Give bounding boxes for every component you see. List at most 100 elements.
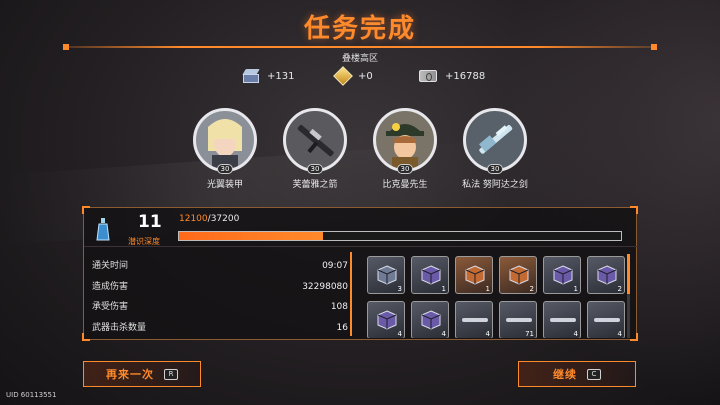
continue-label: 继续 <box>553 368 577 381</box>
character-card[interactable]: 30 比克曼先生 <box>360 108 450 190</box>
level-badge: 30 <box>487 164 503 174</box>
character-card[interactable]: 30 私法 努阿达之剑 <box>450 108 540 190</box>
loot-count: 4 <box>485 330 490 338</box>
cube-item-icon <box>509 265 529 285</box>
cash-icon <box>419 70 437 82</box>
exp-current: 12100 <box>179 214 208 224</box>
cap-character-portrait <box>373 108 437 172</box>
depth-indicator: 11 潜识深度 <box>92 212 172 250</box>
cube-item-icon <box>465 265 485 285</box>
stats-separator <box>350 252 352 336</box>
level-badge: 30 <box>397 164 413 174</box>
area-name: 叠楼高区 <box>341 54 378 64</box>
exp-progress-fill <box>179 232 323 240</box>
exp-max: 37200 <box>210 214 240 224</box>
potion-bottle-icon <box>96 218 110 241</box>
loot-item[interactable]: 71 <box>499 301 537 338</box>
loot-count: 71 <box>525 330 534 338</box>
loot-item[interactable]: 1 <box>411 256 449 294</box>
loot-item[interactable]: 3 <box>367 256 405 294</box>
exp-readout: 12100/37200 <box>179 214 239 224</box>
loot-count: 2 <box>529 285 534 293</box>
stat-row: 承受伤害 108 <box>92 297 348 318</box>
reward-amount: +131 <box>267 70 295 82</box>
cube-item-icon <box>421 310 441 330</box>
cube-item-icon <box>421 265 441 285</box>
stat-value: 16 <box>336 322 348 333</box>
character-name: 芙蕾雅之箭 <box>292 180 338 190</box>
cube-item-icon <box>597 265 617 285</box>
loot-item[interactable]: 2 <box>587 256 625 294</box>
page-title: 任务完成 <box>303 14 416 44</box>
character-name: 比克曼先生 <box>382 180 428 190</box>
results-panel: 11 潜识深度 12100/37200 通关时间 09:07 造成伤害 3229… <box>82 206 638 341</box>
stat-label: 造成伤害 <box>92 281 129 292</box>
weapon-part-icon <box>462 318 488 322</box>
user-id: UID 60113551 <box>6 391 57 399</box>
rifle-weapon-portrait <box>283 108 347 172</box>
character-card[interactable]: 30 光翼装甲 <box>180 108 270 190</box>
depth-value: 11 <box>138 212 162 232</box>
character-name: 光翼装甲 <box>206 180 243 190</box>
loot-count: 2 <box>617 285 622 293</box>
reward-gem: +0 <box>333 66 373 86</box>
stat-row: 通关时间 09:07 <box>92 256 348 277</box>
stat-label: 武器击杀数量 <box>92 322 147 333</box>
loot-scrollbar[interactable] <box>627 254 630 338</box>
weapon-part-icon <box>550 318 576 322</box>
loot-item[interactable]: 4 <box>367 301 405 338</box>
stat-value: 09:07 <box>322 261 348 271</box>
loot-item[interactable]: 1 <box>455 256 493 294</box>
stat-value: 108 <box>330 302 348 312</box>
loot-grid: 3 1 1 2 1 2 4 4 4 71 4 4 <box>367 256 627 338</box>
cube-currency-icon <box>242 69 260 83</box>
stat-value: 32298080 <box>302 281 348 292</box>
reward-amount: +16788 <box>445 70 486 82</box>
loot-item[interactable]: 4 <box>543 301 581 338</box>
weapon-part-icon <box>506 318 532 322</box>
retry-button[interactable]: 再来一次 R <box>83 361 201 387</box>
reward-cash: +16788 <box>419 66 485 86</box>
panel-divider <box>84 246 638 247</box>
reward-amount: +0 <box>358 70 373 82</box>
loot-count: 4 <box>397 330 402 338</box>
stat-label: 承受伤害 <box>92 302 129 312</box>
stats-list: 通关时间 09:07 造成伤害 32298080 承受伤害 108 武器击杀数量… <box>92 256 348 338</box>
loot-count: 3 <box>397 285 402 293</box>
character-name: 私法 努阿达之剑 <box>462 180 528 190</box>
sword-weapon-portrait <box>463 108 527 172</box>
loot-count: 1 <box>441 285 446 293</box>
loot-item[interactable]: 4 <box>455 301 493 338</box>
reward-cube: +131 <box>242 66 295 86</box>
stat-row: 造成伤害 32298080 <box>92 277 348 298</box>
title-divider <box>63 44 657 50</box>
character-row: 30 光翼装甲 30 芙蕾雅之箭 30 比克曼先生 30 私法 努阿达之剑 <box>0 108 720 193</box>
stat-row: 武器击杀数量 16 <box>92 318 348 339</box>
loot-scrollbar-thumb[interactable] <box>627 254 630 294</box>
loot-count: 1 <box>573 285 578 293</box>
level-badge: 30 <box>217 164 233 174</box>
blonde-character-portrait <box>193 108 257 172</box>
character-card[interactable]: 30 芙蕾雅之箭 <box>270 108 360 190</box>
cube-item-icon <box>553 265 573 285</box>
key-r-icon: R <box>164 368 178 380</box>
cube-item-icon <box>377 310 397 330</box>
loot-count: 4 <box>617 330 622 338</box>
loot-count: 1 <box>485 285 490 293</box>
reward-bar: +131 +0 +16788 <box>0 66 720 86</box>
loot-count: 4 <box>573 330 578 338</box>
cube-item-icon <box>377 265 397 285</box>
level-badge: 30 <box>307 164 323 174</box>
retry-label: 再来一次 <box>106 368 154 381</box>
exp-progress-bar <box>178 231 622 241</box>
key-c-icon: C <box>587 368 601 380</box>
loot-item[interactable]: 4 <box>587 301 625 338</box>
loot-count: 4 <box>441 330 446 338</box>
gold-gem-icon <box>333 66 353 86</box>
loot-item[interactable]: 2 <box>499 256 537 294</box>
weapon-part-icon <box>594 318 620 322</box>
stat-label: 通关时间 <box>92 261 129 271</box>
continue-button[interactable]: 继续 C <box>518 361 636 387</box>
loot-item[interactable]: 1 <box>543 256 581 294</box>
loot-item[interactable]: 4 <box>411 301 449 338</box>
